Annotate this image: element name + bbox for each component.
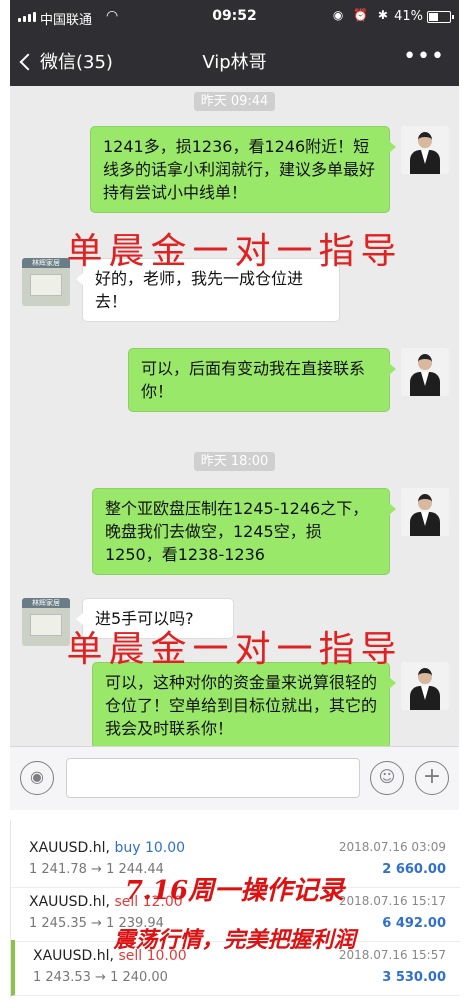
emoji-icon[interactable]: ☺	[370, 761, 404, 795]
nav-bar: 微信(35) Vip林哥 •••	[10, 40, 459, 80]
voice-icon[interactable]: ◉	[20, 761, 54, 795]
battery-percent: 41%	[394, 9, 423, 24]
top-bar: 中国联通 ◠ 09:52 ◉ ⏰ ✱ 41% 微信(35) Vip林哥 •••	[10, 0, 459, 86]
wechat-screen: 中国联通 ◠ 09:52 ◉ ⏰ ✱ 41% 微信(35) Vip林哥 ••• …	[10, 0, 459, 810]
watermark-text: 单晨金一对一指导	[66, 629, 403, 670]
trade-history: XAUUSD.hl, buy 10.00 1 241.78 → 1 244.44…	[10, 820, 460, 998]
trade-date: 2018.07.16 03:09	[338, 840, 446, 854]
trade-profit: 3 530.00	[382, 970, 446, 985]
teacher-avatar[interactable]	[401, 488, 449, 536]
overlay-subtitle: 震荡行情，完美把握利润	[113, 927, 356, 953]
message-bubble[interactable]: 可以，后面有变动我在直接联系你！	[128, 348, 396, 412]
open-price: 1 243.53	[33, 970, 91, 985]
trade-type: buy 10.00	[114, 840, 186, 856]
message-bubble[interactable]: 整个亚欧盘压制在1245-1246之下，晚盘我们去做空，1245空，损1250，…	[92, 488, 396, 575]
timestamp: 昨天 18:00	[10, 450, 459, 471]
timestamp: 昨天 09:44	[10, 90, 459, 111]
teacher-avatar[interactable]	[401, 348, 449, 396]
watermark-text: 单晨金一对一指导	[66, 231, 403, 272]
message-input[interactable]	[66, 758, 360, 798]
message-bubble[interactable]: 可以，这种对你的资金量来说算很轻的仓位了！空单给到目标位就出，其它的我会及时联系…	[92, 662, 396, 749]
status-time: 09:52	[212, 8, 257, 24]
status-icons: ◉ ⏰ ✱	[332, 8, 391, 22]
input-bar: ◉ ☺ +	[10, 746, 459, 810]
overlay-title: 7.16周一操作记录	[124, 876, 345, 906]
trade-symbol: XAUUSD.hl,	[29, 840, 110, 856]
message-bubble[interactable]: 1241多，损1236，看1246附近！短线多的话拿小利润就行，建议多单最好持有…	[90, 126, 396, 213]
close-price: 1 240.00	[110, 970, 168, 985]
battery-icon	[427, 11, 454, 23]
plus-icon[interactable]: +	[415, 761, 449, 795]
more-button[interactable]: •••	[403, 44, 445, 69]
teacher-avatar[interactable]	[401, 126, 449, 174]
status-bar: 中国联通 ◠ 09:52 ◉ ⏰ ✱ 41%	[10, 8, 459, 30]
chat-title: Vip林哥	[202, 52, 267, 73]
